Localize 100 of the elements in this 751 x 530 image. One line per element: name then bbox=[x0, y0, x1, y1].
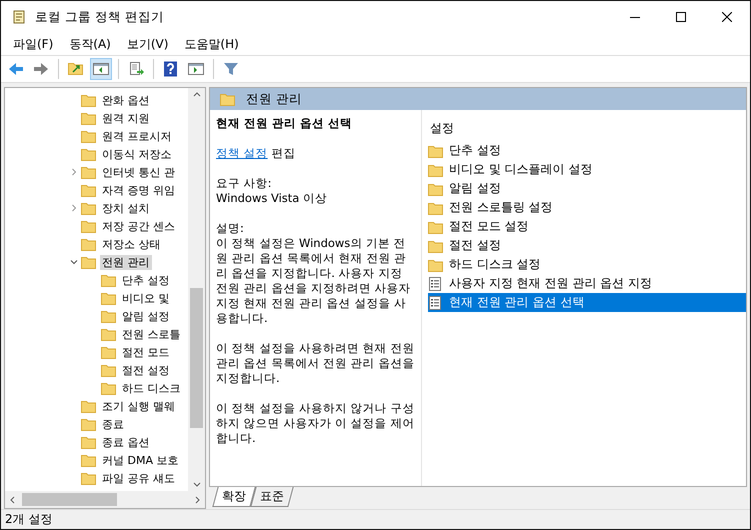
tree-item[interactable]: 커널 DMA 보호 bbox=[100, 452, 180, 468]
menu-item[interactable]: 보기(V) bbox=[118, 36, 176, 52]
list-item[interactable]: 알림 설정 bbox=[447, 179, 503, 198]
policy-settings-link[interactable]: 정책 설정 bbox=[216, 146, 268, 160]
list-item[interactable]: 하드 디스크 설정 bbox=[447, 255, 543, 274]
scroll-up-icon[interactable] bbox=[192, 91, 200, 98]
description-label: 설명: bbox=[216, 221, 245, 236]
tree-item[interactable]: 완화 옵션 bbox=[100, 92, 152, 108]
folder-icon bbox=[81, 165, 97, 179]
tree-item[interactable]: 조기 실행 맬웨 bbox=[100, 398, 177, 414]
tree-item[interactable]: 절전 모드 bbox=[120, 344, 172, 360]
folder-icon bbox=[428, 200, 444, 214]
setting-icon bbox=[428, 276, 444, 290]
scrollbar[interactable] bbox=[188, 88, 205, 491]
description-text: 이 정책 설정을 사용하려면 현재 전원 관리 옵션 목록에서 전원 관리 옵션을 지정합니다. bbox=[216, 341, 415, 386]
panel-icon bbox=[93, 61, 109, 77]
list-item[interactable]: 비디오 및 디스플레이 설정 bbox=[447, 160, 594, 179]
tree-item[interactable]: 파일 공유 섀도 bbox=[100, 470, 177, 486]
folder-icon bbox=[81, 417, 97, 431]
tree-item[interactable]: 인터넷 통신 관 bbox=[100, 164, 177, 180]
folder-icon bbox=[220, 92, 236, 106]
view-tab[interactable]: 표준 bbox=[250, 487, 294, 507]
scroll-down-icon[interactable] bbox=[192, 481, 200, 488]
menu-item[interactable]: 동작(A) bbox=[61, 36, 119, 52]
folder-icon bbox=[428, 162, 444, 176]
panel-button[interactable] bbox=[90, 58, 112, 80]
folder-icon bbox=[81, 129, 97, 143]
tree-item[interactable]: 종료 옵션 bbox=[100, 434, 152, 450]
menu-item[interactable]: 파일(F) bbox=[5, 36, 62, 52]
tree-item[interactable]: 종료 bbox=[100, 416, 126, 432]
tree-item[interactable]: 전원 스로틀 bbox=[120, 326, 182, 342]
folder-icon bbox=[81, 453, 97, 467]
requirements-text: Windows Vista 이상 bbox=[216, 191, 328, 206]
description-text: 이 정책 설정을 사용하지 않거나 구성하지 않으면 사용자가 이 설정을 제어합니다. bbox=[216, 401, 415, 446]
filter-icon bbox=[223, 61, 239, 77]
folder-icon bbox=[81, 435, 97, 449]
menu-item[interactable]: 도움말(H) bbox=[176, 36, 247, 52]
folder-icon bbox=[81, 237, 97, 251]
tree-item[interactable]: 이동식 저장소 bbox=[100, 146, 174, 162]
help-icon bbox=[163, 61, 179, 77]
edit-text: 편집 bbox=[271, 146, 296, 160]
scroll-right-icon[interactable] bbox=[193, 496, 201, 504]
tree-item[interactable]: 비디오 및 bbox=[120, 290, 172, 306]
forward-arrow-icon bbox=[33, 61, 49, 77]
folder-icon bbox=[101, 291, 117, 305]
folder-icon bbox=[81, 471, 97, 485]
scrollbar[interactable] bbox=[5, 491, 205, 508]
folder-icon bbox=[101, 381, 117, 395]
description-text: 이 정책 설정은 Windows의 기본 전원 관리 옵션 목록에서 현재 전원 관리 옵션을 지정합니다. 사용자 지정 전원 관리 옵션을 지정하려면 사용자 지정 현재 전원 관리 옵션 설정을 사용합니다. bbox=[216, 236, 412, 326]
panel-icon bbox=[188, 61, 204, 77]
list-item[interactable]: 절전 모드 설정 bbox=[447, 217, 531, 236]
folder-icon bbox=[81, 93, 97, 107]
folder-icon bbox=[81, 201, 97, 215]
view-tab[interactable]: 확장 bbox=[212, 487, 256, 507]
folder-icon bbox=[428, 258, 444, 272]
scroll-icon bbox=[11, 9, 27, 25]
folder-icon bbox=[101, 327, 117, 341]
folder-icon bbox=[428, 238, 444, 252]
scroll-left-icon[interactable] bbox=[9, 496, 17, 504]
back-arrow-icon bbox=[8, 61, 24, 77]
tree-item[interactable]: 절전 설정 bbox=[120, 362, 172, 378]
tree-item[interactable]: 알림 설정 bbox=[120, 308, 172, 324]
list-item[interactable]: 사용자 지정 현재 전원 관리 옵션 지정 bbox=[447, 274, 654, 293]
pane-title: 전원 관리 bbox=[246, 90, 302, 108]
folder-up-icon bbox=[68, 61, 84, 77]
folder-icon bbox=[81, 219, 97, 233]
tree-item[interactable]: 전원 관리 bbox=[100, 254, 152, 270]
maximize-icon bbox=[676, 12, 686, 22]
tree-item[interactable]: 장치 설치 bbox=[100, 200, 152, 216]
tree-item[interactable]: 저장 공간 센스 bbox=[100, 218, 177, 234]
folder-icon bbox=[101, 309, 117, 323]
folder-icon bbox=[81, 111, 97, 125]
close-icon bbox=[722, 12, 732, 22]
tree-item[interactable]: 원격 지원 bbox=[100, 110, 152, 126]
list-item[interactable]: 단추 설정 bbox=[447, 141, 503, 160]
tree-item[interactable]: 원격 프로시저 bbox=[100, 128, 174, 144]
export-list-icon bbox=[128, 61, 144, 77]
setting-title: 현재 전원 관리 옵션 선택 bbox=[216, 116, 354, 131]
window-title: 로컬 그룹 정책 편집기 bbox=[35, 8, 165, 26]
folder-icon bbox=[428, 182, 444, 196]
folder-icon bbox=[428, 220, 444, 234]
folder-icon bbox=[428, 144, 444, 158]
setting-icon bbox=[428, 296, 444, 310]
folder-icon bbox=[101, 345, 117, 359]
folder-icon bbox=[81, 147, 97, 161]
folder-icon bbox=[81, 183, 97, 197]
folder-icon bbox=[101, 363, 117, 377]
folder-icon bbox=[81, 255, 97, 269]
list-item[interactable]: 절전 설정 bbox=[447, 236, 503, 255]
list-item[interactable]: 전원 스로틀링 설정 bbox=[447, 198, 555, 217]
tree-item[interactable]: 하드 디스크 bbox=[120, 380, 182, 396]
column-header[interactable]: 설정 bbox=[428, 118, 746, 141]
status-text: 2개 설정 bbox=[1, 509, 750, 529]
folder-icon bbox=[101, 273, 117, 287]
tree-item[interactable]: 저장소 상태 bbox=[100, 236, 162, 252]
tree-item[interactable]: 단추 설정 bbox=[120, 272, 172, 288]
list-item[interactable]: 현재 전원 관리 옵션 선택 bbox=[428, 293, 746, 312]
tree-item[interactable]: 자격 증명 위임 bbox=[100, 182, 177, 198]
requirements-label: 요구 사항: bbox=[216, 176, 273, 191]
folder-icon bbox=[81, 399, 97, 413]
